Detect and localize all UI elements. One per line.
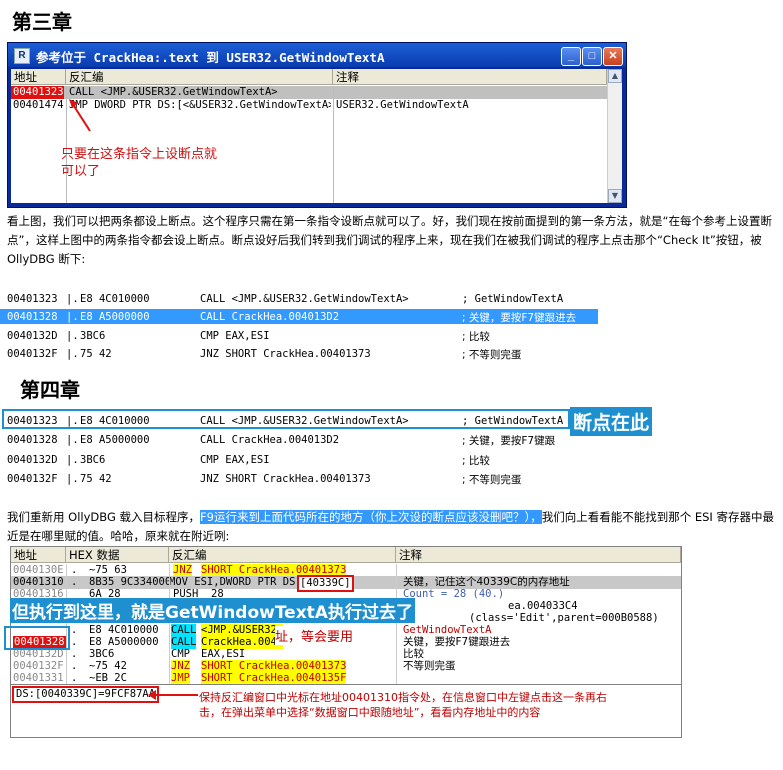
listing-comment: ; 关键，要按F7键跟 [462, 435, 556, 447]
listing-comment: ; 关键，要按F7键跟进去 [462, 312, 577, 324]
listing-bytes: 3BC6 [80, 330, 106, 342]
window-title: 参考位于 CrackHea:.text 到 USER32.GetWindowTe… [36, 50, 385, 65]
listing-address: 00401323 [7, 415, 58, 427]
row-disasm: JMP DWORD PTR DS:[<&USER32.GetWindowText… [69, 99, 331, 111]
listing-address: 0040132F [7, 348, 58, 360]
references-window: R 参考位于 CrackHea:.text 到 USER32.GetWindow… [7, 42, 627, 208]
listing-bytes: E8 4C010000 [80, 415, 150, 427]
cpu-row-comment: 不等则完蛋 [403, 660, 456, 672]
listing-comment: ; 比较 [462, 331, 490, 343]
col-header-disasm[interactable]: 反汇编 [66, 69, 333, 85]
listing-sep: |. [66, 293, 79, 305]
listing-address: 0040132D [7, 330, 58, 342]
cpu-row-sep: . [71, 576, 78, 588]
listing-sep: |. [66, 330, 79, 342]
col-header-address[interactable]: 地址 [11, 69, 66, 85]
listing-address: 00401323 [7, 293, 58, 305]
listing-sep: |. [66, 415, 79, 427]
app-icon: R [14, 48, 30, 64]
cpu-row-arg: [40339C] [297, 575, 354, 592]
listing-comment: ; GetWindowTextA [462, 293, 564, 305]
column-divider [396, 564, 397, 684]
listing-instr: JNZ SHORT CrackHea.00401373 [200, 473, 371, 485]
execution-banner: 但执行到这里，就是GetWindowTextA执行过去了 [10, 598, 415, 623]
cpu-col-disasm[interactable]: 反汇编 [169, 547, 396, 563]
cpu-row-comment: Count = 28 (40.) [403, 588, 505, 600]
listing-address: 0040132D [7, 454, 58, 466]
listing-bytes: E8 A5000000 [80, 434, 150, 446]
listing-bytes: 75 42 [80, 348, 112, 360]
listing-instr: CALL <JMP.&USER32.GetWindowTextA> [200, 293, 409, 305]
info-pane-line[interactable]: DS:[0040339C]=9FCF87AA [12, 686, 160, 703]
row-comment: USER32.GetWindowTextA [336, 99, 469, 111]
column-divider [169, 564, 170, 684]
close-icon[interactable]: ✕ [603, 47, 623, 66]
cpu-comment-extra: (class='Edit',parent=000B0588) [469, 612, 659, 624]
listing-bytes: E8 4C010000 [80, 293, 150, 305]
row-address: 00401323 [11, 86, 64, 99]
window-titlebar[interactable]: R 参考位于 CrackHea:.text 到 USER32.GetWindow… [8, 43, 626, 67]
column-divider [333, 86, 334, 203]
scroll-down-icon[interactable]: ▼ [608, 189, 622, 203]
bottom-note: 保持反汇编窗口中光标在地址00401310指令处，在信息窗口中左键点击这一条再右… [199, 691, 607, 719]
cpu-col-comment[interactable]: 注释 [396, 547, 681, 563]
listing-sep: |. [66, 434, 79, 446]
red-note: 址，等会要用 [275, 626, 354, 645]
listing-instr: JNZ SHORT CrackHea.00401373 [200, 348, 371, 360]
listing-sep: |. [66, 454, 79, 466]
row-address: 00401474 [13, 99, 64, 111]
vertical-scrollbar[interactable]: ▲ ▼ [607, 69, 622, 203]
chapter-4-heading: 第四章 [20, 378, 80, 402]
col-header-comment[interactable]: 注释 [333, 69, 607, 85]
paragraph-2-start: 我们重新用 OllyDBG 载入目标程序， [7, 510, 201, 524]
chapter-3-heading: 第三章 [12, 10, 72, 34]
listing-comment: ; GetWindowTextA [462, 415, 564, 427]
listing-comment: ; 不等则完蛋 [462, 474, 522, 486]
minimize-icon[interactable]: _ [561, 47, 581, 66]
listing-instr: CMP EAX,ESI [200, 454, 270, 466]
listing-sep: |. [66, 311, 79, 323]
breakpoint-marker [4, 626, 70, 650]
listing-comment: ; 比较 [462, 455, 490, 467]
listing-address: 00401328 [7, 434, 58, 446]
listing-bytes: E8 A5000000 [80, 311, 150, 323]
column-divider [66, 564, 67, 684]
listing-instr: CMP EAX,ESI [200, 330, 270, 342]
listing-bytes: 75 42 [80, 473, 112, 485]
maximize-icon[interactable]: □ [582, 47, 602, 66]
listing-sep: |. [66, 473, 79, 485]
listing-instr: CALL <JMP.&USER32.GetWindowTextA> [200, 415, 409, 427]
breakpoint-annotation: 只要在这条指令上设断点就 可以了 [61, 147, 218, 179]
listing-comment: ; 不等则完蛋 [462, 349, 522, 361]
listing-address: 00401328 [7, 311, 58, 323]
cpu-col-hex[interactable]: HEX 数据 [66, 547, 169, 563]
paragraph-2-highlight: F9运行来到上面代码所在的地方（你上次设的断点应该没删吧？）， [200, 510, 542, 524]
paragraph-2: 我们重新用 OllyDBG 载入目标程序，F9运行来到上面代码所在的地方（你上次… [7, 508, 777, 546]
listing-bytes: 3BC6 [80, 454, 106, 466]
disasm-listing-2: 断点在此 00401323 |. E8 4C010000 CALL <JMP.&… [0, 405, 783, 495]
disasm-listing-1: 00401323 |. E8 4C010000 CALL <JMP.&USER3… [0, 290, 783, 365]
pane-divider [11, 684, 681, 685]
scroll-up-icon[interactable]: ▲ [608, 69, 622, 83]
listing-instr: CALL CrackHea.004013D2 [200, 311, 340, 323]
listing-address: 0040132F [7, 473, 58, 485]
listing-sep: |. [66, 348, 79, 360]
note-arrow [148, 690, 198, 700]
references-list: 地址 反汇编 注释 00401323 CALL <JMP.&USER32.Get… [11, 69, 622, 203]
cpu-col-address[interactable]: 地址 [11, 547, 66, 563]
breakpoint-label: 断点在此 [570, 407, 653, 436]
paragraph-1: 看上图，我们可以把两条都设上断点。这个程序只需在第一条指令设断点就可以了。好，我… [7, 214, 772, 266]
listing-instr: CALL CrackHea.004013D2 [200, 434, 340, 446]
annotation-arrow [69, 99, 91, 132]
